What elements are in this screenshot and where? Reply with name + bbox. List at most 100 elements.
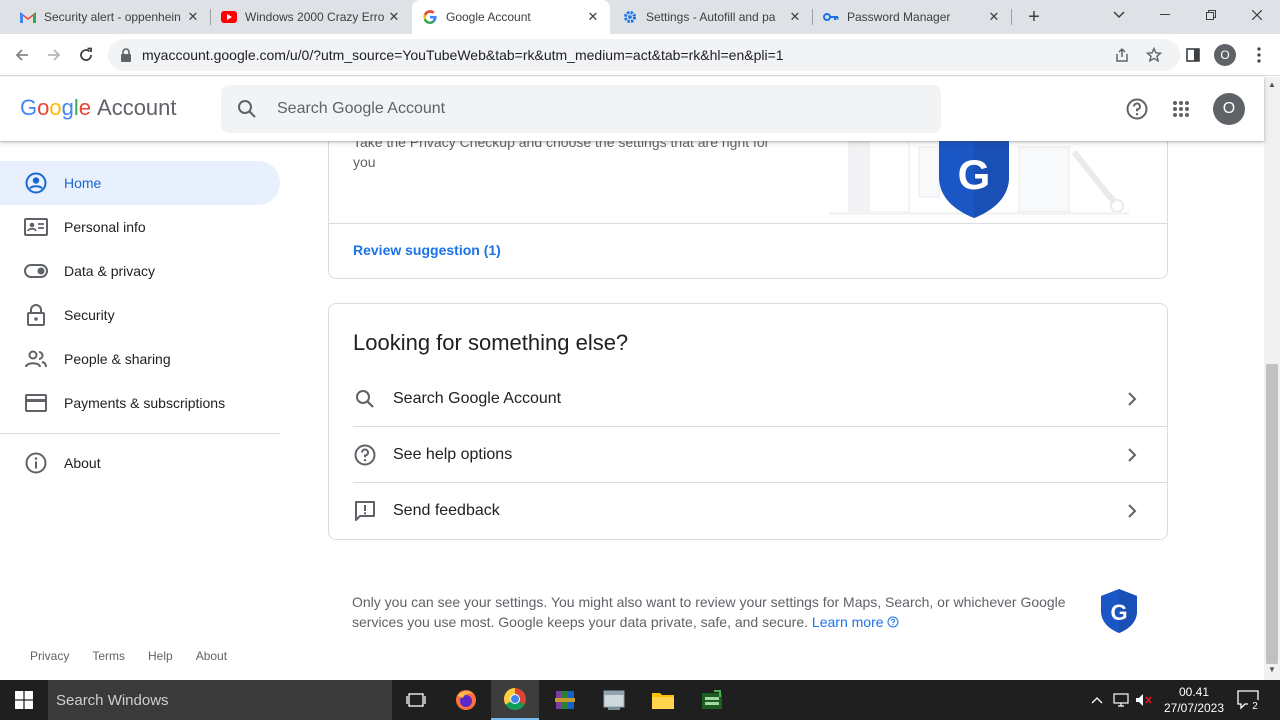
search-icon[interactable] (237, 99, 257, 124)
task-view-button[interactable] (392, 680, 440, 720)
learn-more-label: Learn more (811, 614, 884, 630)
row-label: See help options (393, 445, 513, 463)
privacy-note-text: Only you can see your settings. You migh… (352, 594, 1066, 630)
tab-title: Security alert - oppenhein (44, 10, 181, 24)
clock-time: 00.41 (1178, 685, 1210, 699)
volume-muted-icon[interactable] (1134, 690, 1154, 710)
browser-tab-settings[interactable]: Settings - Autofill and pa ✕ (612, 0, 812, 34)
forward-button[interactable] (41, 42, 67, 68)
sidebar-item-label: Payments & subscriptions (64, 395, 226, 411)
taskbar-firefox[interactable] (442, 680, 490, 720)
reload-button[interactable] (73, 42, 99, 68)
search-google-account-row[interactable]: Search Google Account (353, 371, 1168, 427)
account-avatar[interactable]: O (1213, 93, 1245, 125)
see-help-options-row[interactable]: See help options (353, 427, 1168, 483)
spreadsheet-icon (702, 690, 722, 709)
footer-link-help[interactable]: Help (148, 649, 173, 663)
notification-count-badge: 2 (1248, 700, 1262, 714)
close-icon[interactable]: ✕ (387, 10, 401, 24)
svg-text:G: G (1110, 600, 1127, 625)
bookmark-star-icon[interactable] (1144, 45, 1164, 65)
taskbar-app-green[interactable] (688, 680, 736, 720)
close-window-button[interactable] (1234, 0, 1280, 30)
new-tab-button[interactable]: + (1022, 5, 1046, 29)
sidebar-item-label: Personal info (64, 219, 146, 235)
restore-button[interactable] (1188, 0, 1234, 30)
lock-icon[interactable] (120, 48, 132, 67)
learn-more-link[interactable]: Learn more (812, 614, 899, 630)
share-icon[interactable] (1112, 45, 1132, 65)
settings-gear-icon (622, 9, 638, 25)
browser-tab-google-account[interactable]: Google Account ✕ (412, 0, 610, 34)
google-account-logo[interactable]: Google Account (20, 95, 177, 121)
close-icon[interactable]: ✕ (987, 10, 1001, 24)
close-icon[interactable]: ✕ (586, 10, 600, 24)
footer-link-about[interactable]: About (196, 649, 227, 663)
sidebar-item-label: Data & privacy (64, 263, 156, 279)
scroll-up-arrow-icon[interactable]: ▲ (1268, 81, 1276, 89)
sidebar-item-about[interactable]: About (0, 441, 280, 485)
taskbar-app-window[interactable] (590, 680, 638, 720)
task-view-icon (406, 693, 426, 707)
sidebar-footer-links: Privacy Terms Help About (30, 649, 250, 663)
close-icon[interactable]: ✕ (788, 10, 802, 24)
taskbar-clock[interactable]: 00.41 27/07/2023 (1156, 684, 1232, 716)
page-scrollbar[interactable]: ▲ ▼ (1264, 77, 1280, 680)
sidebar-item-home[interactable]: Home (0, 161, 280, 205)
review-suggestion-link[interactable]: Review suggestion (1) (353, 242, 501, 258)
sidebar-item-security[interactable]: Security (0, 293, 280, 337)
side-panel-button[interactable] (1180, 42, 1206, 68)
chevron-right-icon (1120, 387, 1144, 411)
tray-chevron-up-icon[interactable] (1087, 690, 1107, 710)
privacy-note: Only you can see your settings. You migh… (352, 592, 1092, 632)
arrow-right-icon (48, 49, 61, 61)
reload-icon (80, 47, 92, 61)
taskbar-chrome[interactable] (491, 680, 539, 720)
google-apps-button[interactable] (1167, 95, 1195, 123)
tab-search-button[interactable] (1096, 0, 1142, 30)
taskbar-winrar[interactable] (541, 680, 589, 720)
clock-date: 27/07/2023 (1163, 701, 1225, 715)
chevron-right-icon (1120, 499, 1144, 523)
privacy-checkup-card: Take the Privacy Checkup and choose the … (328, 141, 1168, 279)
scrollbar-thumb[interactable] (1266, 364, 1278, 664)
key-icon (823, 9, 839, 25)
network-icon[interactable] (1111, 690, 1131, 710)
start-button[interactable] (0, 680, 48, 720)
url-text: myaccount.google.com/u/0/?utm_source=You… (142, 47, 784, 63)
chevron-right-icon (1120, 443, 1144, 467)
toggle-icon (24, 259, 48, 283)
account-circle-icon (24, 171, 48, 195)
sidebar-item-personal-info[interactable]: Personal info (0, 205, 280, 249)
profile-button[interactable]: O (1212, 42, 1238, 68)
search-input[interactable] (277, 97, 877, 121)
taskbar-search-box[interactable] (48, 680, 392, 720)
folder-icon (652, 693, 674, 709)
sidebar-item-people-sharing[interactable]: People & sharing (0, 337, 280, 381)
google-wordmark-letter: o (37, 95, 50, 120)
footer-link-privacy[interactable]: Privacy (30, 649, 69, 663)
address-bar[interactable]: myaccount.google.com/u/0/?utm_source=You… (108, 39, 1180, 71)
close-icon[interactable]: ✕ (186, 10, 200, 24)
footer-link-terms[interactable]: Terms (92, 649, 125, 663)
help-circle-icon (887, 616, 899, 628)
sidebar-item-payments[interactable]: Payments & subscriptions (0, 381, 280, 425)
browser-tab-gmail[interactable]: Security alert - oppenhein ✕ (10, 0, 210, 34)
google-wordmark-letter: G (20, 95, 38, 120)
browser-tab-youtube[interactable]: Windows 2000 Crazy Erro ✕ (211, 0, 411, 34)
sidebar-item-data-privacy[interactable]: Data & privacy (0, 249, 280, 293)
taskbar-search-input[interactable] (56, 690, 376, 710)
windows-logo-icon (15, 691, 33, 709)
scroll-down-arrow-icon[interactable]: ▼ (1268, 666, 1276, 674)
send-feedback-row[interactable]: Send feedback (353, 483, 1168, 539)
browser-tab-password-manager[interactable]: Password Manager ✕ (813, 0, 1011, 34)
taskbar-file-explorer[interactable] (639, 680, 687, 720)
help-circle-icon (1126, 98, 1148, 120)
chrome-menu-button[interactable] (1246, 42, 1272, 68)
youtube-icon (221, 9, 237, 25)
minimize-button[interactable] (1142, 0, 1188, 30)
app-window-icon (603, 690, 625, 710)
google-account-search[interactable] (221, 85, 941, 133)
back-button[interactable] (9, 42, 35, 68)
help-button[interactable] (1123, 95, 1151, 123)
